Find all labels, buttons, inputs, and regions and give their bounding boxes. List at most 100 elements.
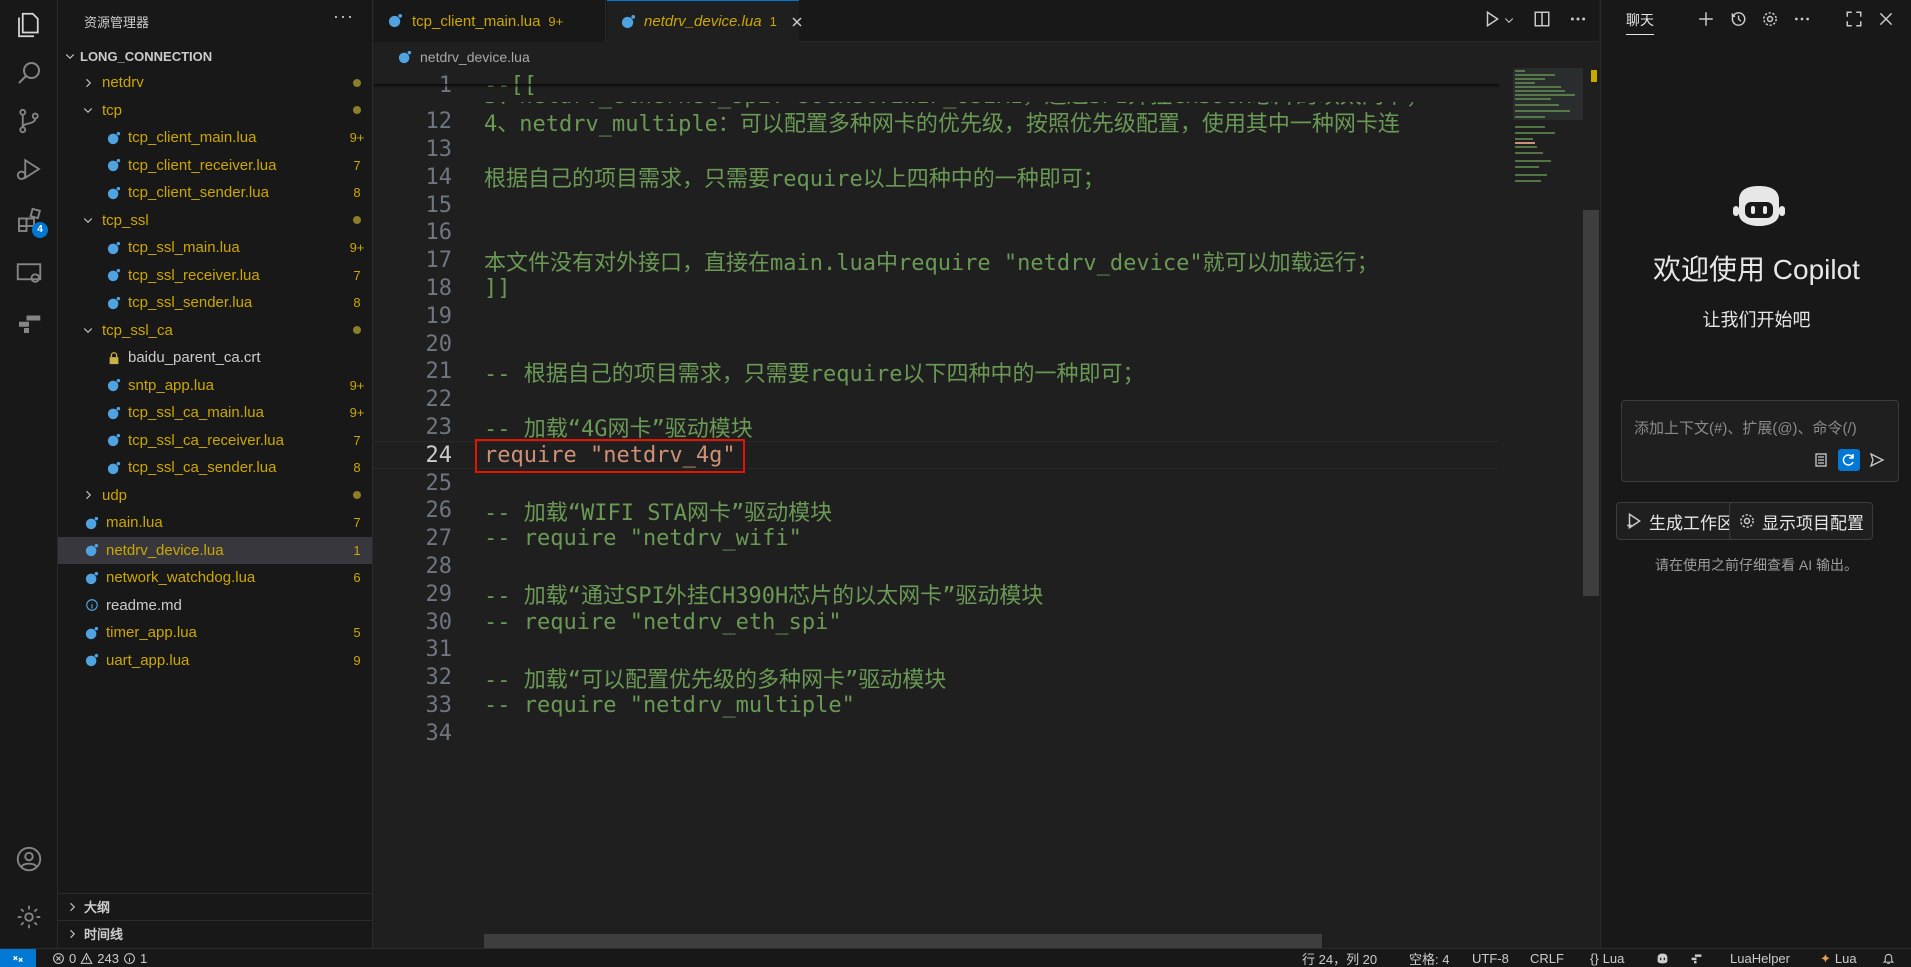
error-icon: [53, 953, 64, 964]
tree-file[interactable]: tcp_client_sender.lua 8: [58, 179, 372, 206]
more-actions-icon[interactable]: [1793, 10, 1811, 33]
indentation[interactable]: 空格: 4: [1409, 949, 1449, 967]
tree-folder[interactable]: netdrv: [58, 69, 372, 96]
settings-gear-icon[interactable]: [0, 892, 58, 942]
code-line[interactable]: 12 4、netdrv_multiple：可以配置多种网卡的优先级，按照优先级配置…: [374, 108, 1499, 137]
tree-file[interactable]: tcp_ssl_ca_sender.lua 8: [58, 454, 372, 481]
notifications-bell-icon[interactable]: [1882, 949, 1895, 967]
code-line[interactable]: 32 -- 加载“可以配置优先级的多种网卡”驱动模块: [374, 664, 1499, 693]
code-line[interactable]: 33 -- require "netdrv_multiple": [374, 692, 1499, 720]
tab-netdrv-device[interactable]: netdrv_device.lua 1: [607, 0, 802, 42]
code-editor[interactable]: 1--[[113、netdrv_ethernet_spi: socket.LWI…: [374, 68, 1499, 932]
warning-icon: [80, 952, 93, 964]
tree-file[interactable]: tcp_ssl_receiver.lua 7: [58, 262, 372, 289]
more-actions-icon[interactable]: [1569, 10, 1587, 33]
close-icon[interactable]: [1877, 10, 1895, 33]
tree-folder[interactable]: udp: [58, 482, 372, 509]
tab-tcp-client-main[interactable]: tcp_client_main.lua 9+: [374, 0, 606, 42]
account-icon[interactable]: [0, 834, 58, 884]
tree-file[interactable]: uart_app.lua 9: [58, 647, 372, 674]
tree-file[interactable]: netdrv_device.lua 1: [58, 536, 372, 564]
code-line[interactable]: 14 根据自己的项目需求，只需要require以上四种中的一种即可；: [374, 163, 1499, 193]
new-chat-icon[interactable]: [1697, 10, 1715, 33]
horizontal-scrollbar[interactable]: [484, 934, 1322, 948]
outline-section[interactable]: 大纲: [58, 893, 372, 919]
code-line[interactable]: 17 本文件没有对外接口，直接在main.lua中require "netdrv_…: [374, 247, 1499, 276]
send-icon[interactable]: [1866, 449, 1888, 471]
tree-folder[interactable]: tcp_ssl_ca: [58, 317, 372, 344]
tree-file[interactable]: tcp_ssl_ca_receiver.lua 7: [58, 427, 372, 454]
run-debug-icon[interactable]: [0, 144, 58, 194]
code-line[interactable]: 13: [374, 136, 1499, 164]
code-line[interactable]: 26 -- 加载“WIFI STA网卡”驱动模块: [374, 497, 1499, 526]
explorer-icon[interactable]: [0, 0, 58, 50]
code-line[interactable]: 31: [374, 636, 1499, 664]
attach-context-icon[interactable]: [1810, 449, 1832, 471]
workspace-section-header[interactable]: LONG_CONNECTION: [62, 46, 212, 66]
code-line[interactable]: 23 -- 加载“4G网卡”驱动模块: [374, 414, 1499, 443]
code-line[interactable]: 16: [374, 219, 1499, 247]
tree-file[interactable]: main.lua 7: [58, 509, 372, 536]
lua-status[interactable]: ✦ Lua: [1820, 949, 1857, 967]
maximize-icon[interactable]: [1845, 10, 1863, 33]
remote-explorer-icon[interactable]: [0, 248, 58, 298]
search-icon[interactable]: [0, 48, 58, 98]
tree-file[interactable]: tcp_ssl_ca_main.lua 9+: [58, 399, 372, 426]
code-line[interactable]: 24 require "netdrv_4g": [374, 439, 1499, 474]
problem-count: 8: [353, 460, 361, 475]
code-line[interactable]: 29 -- 加载“通过SPI外挂CH390H芯片的以太网卡”驱动模块: [374, 580, 1499, 610]
split-editor-icon[interactable]: [1533, 10, 1551, 33]
encoding[interactable]: UTF-8: [1472, 949, 1509, 967]
timeline-section[interactable]: 时间线: [58, 920, 372, 946]
code-line[interactable]: 15: [374, 191, 1499, 219]
language-mode[interactable]: {} Lua: [1590, 949, 1624, 967]
history-icon[interactable]: [1729, 10, 1747, 33]
problems-indicator[interactable]: 0 243 1: [52, 949, 147, 967]
lua-file-icon: [106, 157, 122, 173]
extensions-icon[interactable]: 4: [0, 196, 58, 246]
source-control-icon[interactable]: [0, 96, 58, 146]
code-line[interactable]: 21 -- 根据自己的项目需求，只需要require以下四种中的一种即可；: [374, 358, 1499, 387]
tab-chat[interactable]: 聊天: [1626, 10, 1654, 35]
tree-file[interactable]: sntp_app.lua 9+: [58, 372, 372, 399]
vertical-scrollbar[interactable]: [1583, 210, 1599, 596]
tree-file[interactable]: tcp_ssl_sender.lua 8: [58, 289, 372, 316]
explorer-more-actions[interactable]: ···: [333, 6, 354, 27]
chat-input[interactable]: 添加上下文(#)、扩展(@)、命令(/): [1621, 400, 1899, 482]
code-line[interactable]: 27 -- require "netdrv_wifi": [374, 525, 1499, 553]
breadcrumb[interactable]: netdrv_device.lua: [398, 46, 530, 68]
luatos-status-icon[interactable]: [1690, 949, 1703, 967]
tree-folder[interactable]: tcp: [58, 97, 372, 124]
tab-label: tcp_client_main.lua: [412, 12, 541, 30]
code-line[interactable]: 34: [374, 719, 1499, 747]
generate-workspace-button[interactable]: 生成工作区: [1616, 502, 1743, 540]
tree-file[interactable]: readme.md: [58, 592, 372, 619]
code-line[interactable]: 30 -- require "netdrv_eth_spi": [374, 608, 1499, 636]
luahelper-status[interactable]: LuaHelper: [1730, 949, 1790, 967]
copilot-status-icon[interactable]: [1656, 949, 1669, 967]
code-line[interactable]: 20: [374, 330, 1499, 358]
tree-file[interactable]: baidu_parent_ca.crt: [58, 344, 372, 371]
code-line[interactable]: 18]]: [374, 275, 1499, 303]
luatos-icon[interactable]: [0, 298, 58, 348]
remote-indicator[interactable]: [0, 949, 36, 967]
tree-file[interactable]: tcp_client_main.lua 9+: [58, 124, 372, 151]
tab-problem-count: 9+: [548, 13, 564, 29]
cursor-position[interactable]: 行 24，列 20: [1302, 949, 1377, 967]
chevron-down-icon[interactable]: [1503, 13, 1515, 31]
tree-file[interactable]: timer_app.lua 5: [58, 619, 372, 646]
code-line[interactable]: 22: [374, 386, 1499, 414]
run-icon[interactable]: [1483, 10, 1501, 33]
tree-file[interactable]: network_watchdog.lua 6: [58, 564, 372, 591]
tree-folder[interactable]: tcp_ssl: [58, 207, 372, 234]
tree-file[interactable]: tcp_client_receiver.lua 7: [58, 152, 372, 179]
code-line[interactable]: 19: [374, 302, 1499, 330]
agent-mode-icon[interactable]: [1838, 449, 1860, 471]
show-project-config-button[interactable]: 显示项目配置: [1729, 502, 1873, 540]
end-of-line[interactable]: CRLF: [1530, 949, 1564, 967]
settings-gear-icon[interactable]: [1761, 10, 1779, 33]
code-line[interactable]: 25: [374, 469, 1499, 497]
close-icon[interactable]: [789, 14, 805, 30]
code-line[interactable]: 28: [374, 553, 1499, 581]
tree-file[interactable]: tcp_ssl_main.lua 9+: [58, 234, 372, 261]
